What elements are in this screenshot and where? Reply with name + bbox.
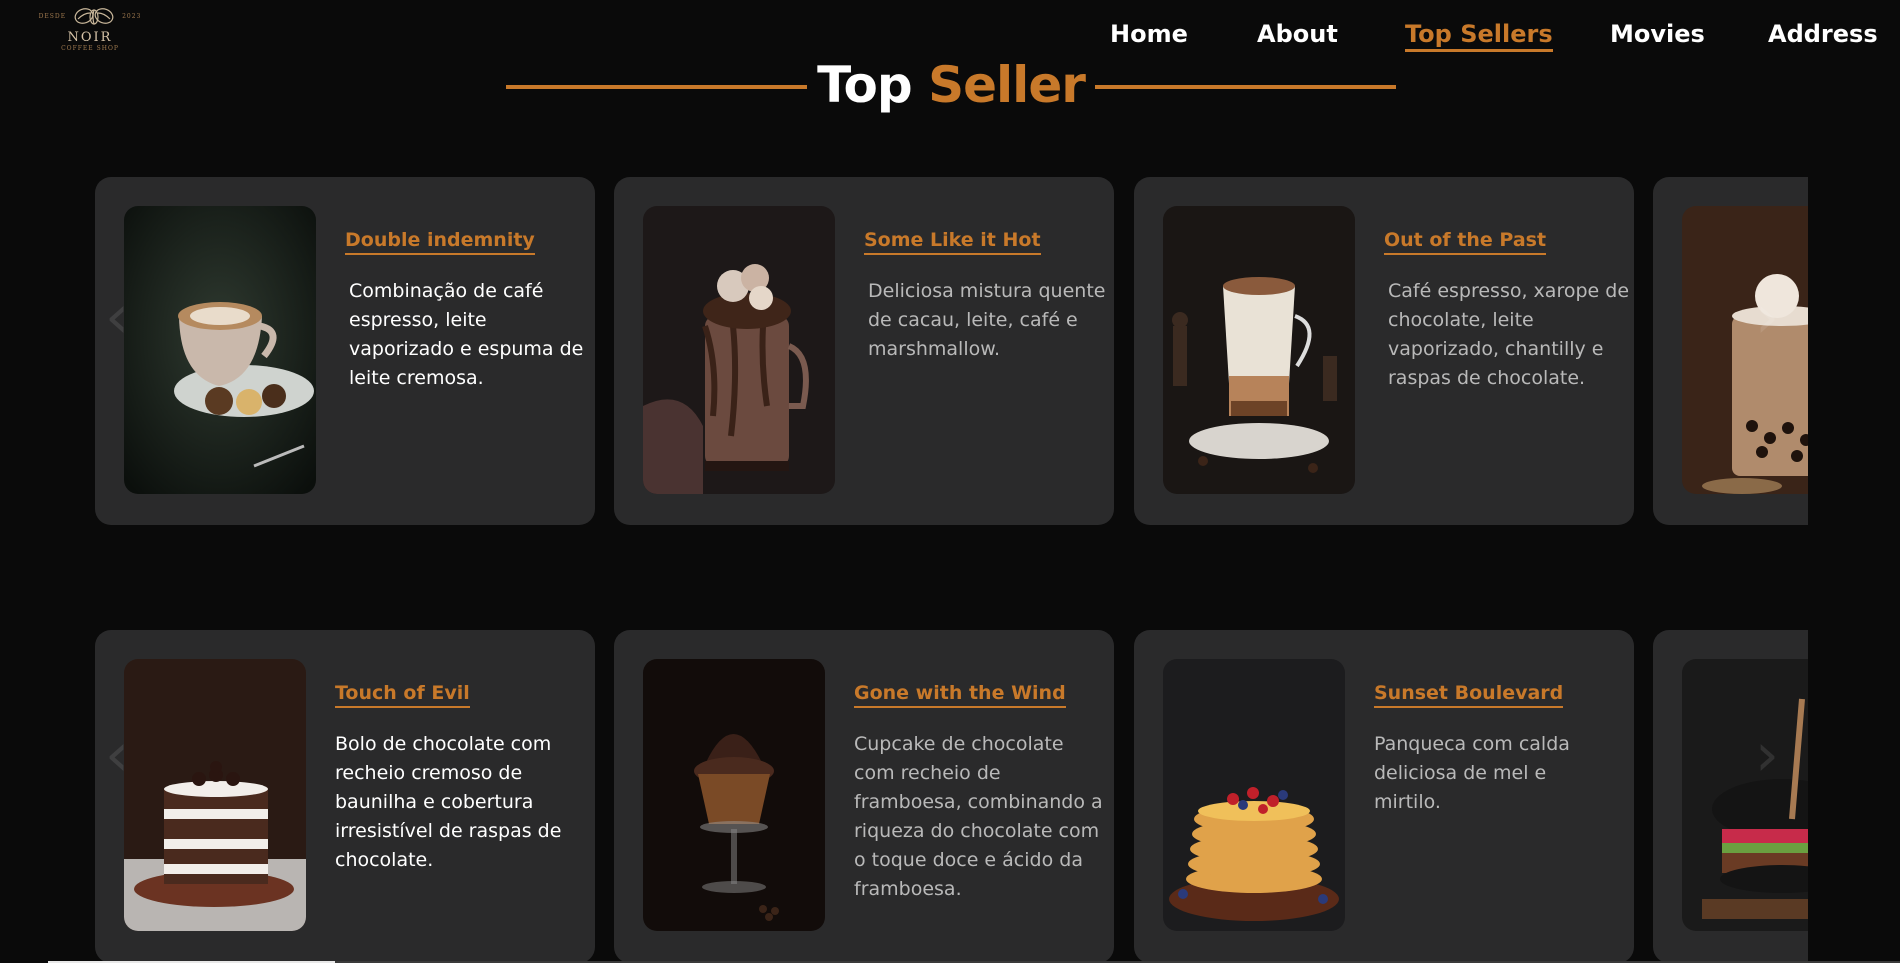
product-image-bubble-tea bbox=[1682, 206, 1808, 494]
product-description: Panqueca com calda deliciosa de mel e mi… bbox=[1374, 733, 1570, 813]
logo-emblem: DESDE 2023 bbox=[39, 4, 142, 28]
nav-home[interactable]: Home bbox=[1110, 20, 1188, 48]
product-description: Deliciosa mistura quente de cacau, leite… bbox=[868, 280, 1106, 360]
chevron-left-icon[interactable]: ‹ bbox=[105, 287, 129, 347]
page-title: Top Seller bbox=[807, 56, 1095, 114]
title-accent: Seller bbox=[928, 56, 1086, 114]
chevron-left-icon[interactable]: ‹ bbox=[105, 725, 129, 785]
product-title[interactable]: Some Like it Hot bbox=[864, 229, 1041, 255]
product-description: Cupcake de chocolate com recheio de fram… bbox=[854, 733, 1103, 900]
product-title[interactable]: Sunset Boulevard bbox=[1374, 682, 1564, 708]
product-image-cupcake bbox=[643, 659, 825, 931]
product-card[interactable]: Out of the Past Café espresso, xarope de… bbox=[1134, 177, 1634, 525]
nav-movies[interactable]: Movies bbox=[1610, 20, 1705, 48]
product-image-latte bbox=[124, 206, 316, 494]
coffee-leaf-logo-icon bbox=[74, 8, 114, 25]
logo-subtitle: COFFEE SHOP bbox=[61, 45, 119, 52]
product-title[interactable]: Out of the Past bbox=[1384, 229, 1547, 255]
product-image-pancakes bbox=[1163, 659, 1345, 931]
logo-name: NOIR bbox=[67, 30, 113, 45]
logo-since: DESDE bbox=[38, 12, 67, 20]
chevron-right-icon[interactable]: › bbox=[1755, 725, 1779, 785]
product-card[interactable]: Gone with the Wind Cupcake de chocolate … bbox=[614, 630, 1114, 963]
product-description: Café espresso, xarope de chocolate, leit… bbox=[1388, 280, 1630, 389]
chevron-right-icon[interactable]: › bbox=[1755, 287, 1779, 347]
nav-address[interactable]: Address bbox=[1768, 20, 1878, 48]
product-image-mocha bbox=[1163, 206, 1355, 494]
carousel-drinks: Double indemnity Combinação de café espr… bbox=[95, 177, 1808, 525]
product-card[interactable]: Some Like it Hot Deliciosa mistura quent… bbox=[614, 177, 1114, 525]
carousel-track: Touch of Evil Bolo de chocolate com rech… bbox=[95, 630, 1808, 963]
carousel-desserts: Touch of Evil Bolo de chocolate com rech… bbox=[95, 630, 1808, 963]
product-title[interactable]: Touch of Evil bbox=[335, 682, 470, 708]
carousel-track: Double indemnity Combinação de café espr… bbox=[95, 177, 1808, 525]
product-title[interactable]: Double indemnity bbox=[345, 229, 535, 255]
product-card[interactable]: Double indemnity Combinação de café espr… bbox=[95, 177, 595, 525]
product-image-cake bbox=[124, 659, 306, 931]
logo[interactable]: DESDE 2023 NOIR COFFEE SHOP bbox=[36, 4, 144, 60]
product-card[interactable]: Sunset Boulevard Panqueca com calda deli… bbox=[1134, 630, 1634, 963]
product-title[interactable]: Gone with the Wind bbox=[854, 682, 1066, 708]
logo-year: 2023 bbox=[122, 12, 142, 20]
product-image-freakshake bbox=[643, 206, 835, 494]
product-card[interactable] bbox=[1653, 177, 1808, 525]
section-title: Top Seller bbox=[506, 54, 1396, 116]
nav-top-sellers[interactable]: Top Sellers bbox=[1405, 20, 1553, 52]
product-card[interactable] bbox=[1653, 630, 1808, 963]
product-image-burger bbox=[1682, 659, 1808, 931]
title-divider-left bbox=[506, 85, 808, 89]
nav-about[interactable]: About bbox=[1257, 20, 1338, 48]
title-divider-right bbox=[1094, 85, 1396, 89]
product-description: Combinação de café espresso, leite vapor… bbox=[349, 280, 584, 389]
product-description: Bolo de chocolate com recheio cremoso de… bbox=[335, 733, 562, 871]
title-main: Top bbox=[817, 56, 913, 114]
product-card[interactable]: Touch of Evil Bolo de chocolate com rech… bbox=[95, 630, 595, 963]
